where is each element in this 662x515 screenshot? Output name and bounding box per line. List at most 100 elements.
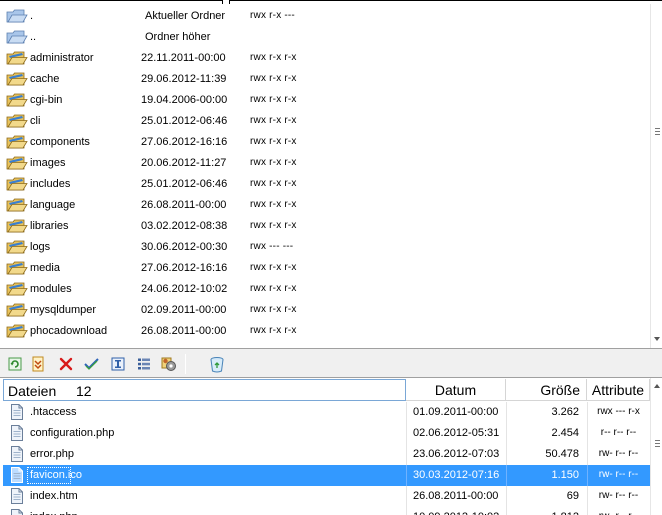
file-attributes: rwx --- r-x — [597, 406, 640, 417]
folder-name: .. — [30, 31, 37, 43]
column-divider — [406, 486, 407, 507]
file-row[interactable]: configuration.php 02.06.2012-05:31 2.454 r-… — [3, 423, 650, 444]
select-all-button[interactable] — [83, 355, 101, 373]
folder-row[interactable]: mysqldumper 02.09.2011-00:00 rwx r-x r-x — [0, 300, 650, 321]
file-size: 3.262 — [551, 406, 579, 418]
file-list[interactable]: Dateien 12 Datum Größe Attribute .htacce… — [0, 377, 662, 515]
folder-attributes: rwx r-x r-x — [250, 199, 297, 210]
column-divider — [406, 402, 407, 423]
recycle-bin-icon — [210, 356, 224, 372]
folder-row[interactable]: .. Ordner höher — [0, 27, 650, 48]
column-divider — [406, 465, 407, 486]
file-list-scrollbar[interactable] — [650, 378, 662, 515]
scroll-grip — [655, 446, 660, 447]
folder-name: media — [30, 262, 60, 274]
properties-button[interactable] — [109, 355, 127, 373]
folder-name: cli — [30, 115, 41, 127]
file-name: error.php — [30, 448, 75, 460]
file-date: 02.06.2012-05:31 — [413, 427, 500, 439]
folder-row[interactable]: modules 24.06.2012-10:02 rwx r-x r-x — [0, 279, 650, 300]
folder-row[interactable]: phocadownload 26.08.2011-00:00 rwx r-x r-x — [0, 321, 650, 342]
folder-row[interactable]: cli 25.01.2012-06:46 rwx r-x r-x — [0, 111, 650, 132]
file-row[interactable]: error.php 23.06.2012-07:03 50.478 rw- r-- r… — [3, 444, 650, 465]
folder-date: Ordner höher — [145, 31, 211, 43]
column-divider — [406, 423, 407, 444]
file-row[interactable]: index.php 10.09.2012-10:02 1.812 rw- r-- r-… — [3, 507, 650, 515]
splitter-handle[interactable] — [222, 0, 230, 4]
folder-list[interactable]: . Aktueller Ordner rwx r-x ---.. Ordner höh… — [0, 0, 662, 349]
scroll-down-arrow-icon[interactable] — [654, 337, 660, 341]
file-name: .htaccess — [30, 406, 77, 418]
folder-date: 26.08.2011-00:00 — [141, 325, 227, 337]
folder-row[interactable]: language 26.08.2011-00:00 rwx r-x r-x — [0, 195, 650, 216]
folder-attributes: rwx r-x r-x — [250, 157, 297, 168]
folder-row[interactable]: logs 30.06.2012-00:30 rwx --- --- — [0, 237, 650, 258]
folder-date: 30.06.2012-00:30 — [141, 241, 228, 253]
file-size: 2.454 — [551, 427, 579, 439]
scroll-grip — [655, 128, 660, 129]
folder-name: includes — [30, 178, 71, 190]
folder-row[interactable]: media 27.06.2012-16:16 rwx r-x r-x — [0, 258, 650, 279]
info-icon — [111, 357, 125, 371]
file-date: 30.03.2012-07:16 — [413, 469, 500, 481]
file-attributes: rw- r-- r-- — [598, 490, 639, 501]
scroll-grip — [655, 134, 660, 135]
column-header-files-label: Dateien — [8, 383, 57, 399]
list-icon — [138, 358, 150, 370]
folder-row[interactable]: administrator 22.11.2011-00:00 rwx r-x r-x — [0, 48, 650, 69]
folder-icon — [6, 302, 28, 318]
file-row[interactable]: .htaccess 01.09.2011-00:00 3.262 rwx --- r-… — [3, 402, 650, 423]
folder-icon — [6, 155, 28, 171]
file-icon — [10, 467, 24, 483]
folder-name: language — [30, 199, 76, 211]
folder-icon — [6, 134, 28, 150]
refresh-button[interactable] — [6, 355, 24, 373]
column-header-attributes[interactable]: Attribute — [587, 379, 650, 401]
folder-row[interactable]: images 20.06.2012-11:27 rwx r-x r-x — [0, 153, 650, 174]
list-view-button[interactable] — [135, 355, 153, 373]
permissions-button[interactable] — [160, 355, 178, 373]
folder-date: 02.09.2011-00:00 — [141, 304, 227, 316]
folder-date: 25.01.2012-06:46 — [141, 178, 228, 190]
folder-icon — [6, 113, 28, 129]
folder-date: 20.06.2012-11:27 — [141, 157, 227, 169]
checkmark-icon — [84, 358, 99, 370]
folder-row[interactable]: includes 25.01.2012-06:46 rwx r-x r-x — [0, 174, 650, 195]
column-header-files[interactable]: Dateien 12 — [3, 379, 406, 401]
folder-row[interactable]: components 27.06.2012-16:16 rwx r-x r-x — [0, 132, 650, 153]
delete-button[interactable] — [57, 355, 75, 373]
scroll-up-arrow-icon[interactable] — [654, 384, 660, 388]
file-row-selected[interactable]: favicon.ico 30.03.2012-07:16 1.150 rw- r-- … — [3, 465, 650, 486]
folder-name: components — [30, 136, 90, 148]
folder-name: mysqldumper — [30, 304, 97, 316]
folder-name: administrator — [30, 52, 94, 64]
folder-attributes: rwx r-x r-x — [250, 73, 297, 84]
folder-attributes: rwx --- --- — [250, 241, 294, 252]
folder-date: 25.01.2012-06:46 — [141, 115, 228, 127]
download-button[interactable] — [29, 355, 47, 373]
refresh-icon — [8, 357, 22, 371]
folder-row[interactable]: cache 29.06.2012-11:39 rwx r-x r-x — [0, 69, 650, 90]
folder-list-scrollbar[interactable] — [650, 4, 662, 348]
folder-icon — [6, 260, 28, 276]
folder-icon — [6, 8, 28, 24]
folder-icon — [6, 281, 28, 297]
file-attributes: rw- r-- r-- — [598, 448, 639, 459]
folder-date: Aktueller Ordner — [145, 10, 226, 22]
folder-icon — [6, 29, 28, 45]
folder-row[interactable]: libraries 03.02.2012-08:38 rwx r-x r-x — [0, 216, 650, 237]
folder-row[interactable]: cgi-bin 19.04.2006-00:00 rwx r-x r-x — [0, 90, 650, 111]
folder-attributes: rwx r-x r-x — [250, 325, 297, 336]
column-header-size[interactable]: Größe — [506, 379, 587, 401]
column-header-date[interactable]: Datum — [406, 379, 506, 401]
recycle-button[interactable] — [208, 355, 226, 373]
folder-row[interactable]: . Aktueller Ordner rwx r-x --- — [0, 6, 650, 27]
folder-attributes: rwx r-x r-x — [250, 262, 297, 273]
folder-icon — [6, 92, 28, 108]
scroll-grip — [655, 131, 660, 132]
file-icon — [10, 446, 24, 462]
file-row[interactable]: index.htm 26.08.2011-00:00 69 rw- r-- r-- — [3, 486, 650, 507]
pane-top-border — [0, 0, 662, 4]
folder-attributes: rwx r-x r-x — [250, 94, 297, 105]
folder-date: 29.06.2012-11:39 — [141, 73, 227, 85]
